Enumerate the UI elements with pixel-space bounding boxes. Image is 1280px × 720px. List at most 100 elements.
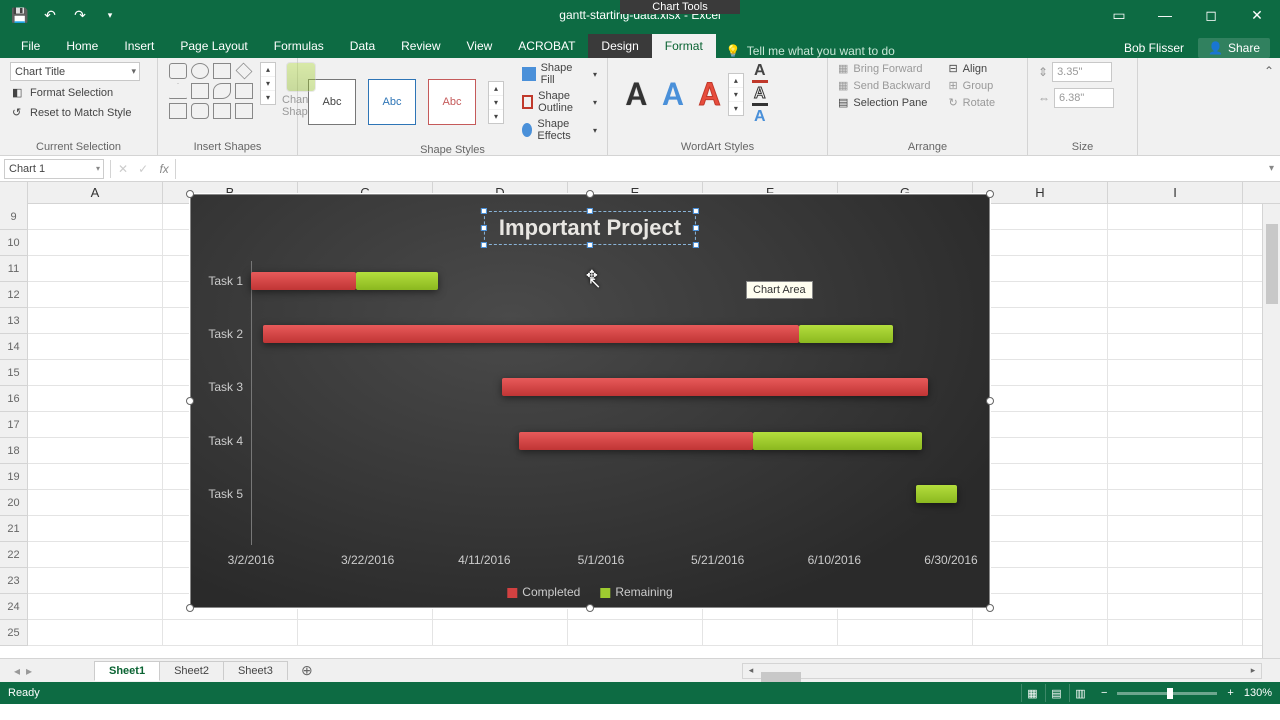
shape-width-input[interactable]: 6.38" — [1054, 88, 1114, 108]
chart-handle[interactable] — [986, 604, 994, 612]
zoom-slider[interactable] — [1117, 692, 1217, 695]
ribbon-options-icon[interactable]: ▭ — [1096, 0, 1142, 30]
wordart-style-3[interactable]: A — [691, 74, 728, 115]
tab-file[interactable]: File — [8, 34, 53, 58]
column-header[interactable]: I — [1108, 182, 1243, 203]
row-header[interactable]: 15 — [0, 360, 27, 386]
row-header[interactable]: 24 — [0, 594, 27, 620]
tell-me-search[interactable]: 💡 Tell me what you want to do — [726, 44, 895, 58]
collapse-ribbon-icon[interactable]: ⌃ — [1264, 64, 1274, 78]
text-effects-icon[interactable]: A — [752, 108, 768, 126]
row-header[interactable]: 11 — [0, 256, 27, 282]
minimize-icon[interactable]: — — [1142, 0, 1188, 30]
row-header[interactable]: 14 — [0, 334, 27, 360]
style-swatch-2[interactable]: Abc — [368, 79, 416, 125]
gantt-bar[interactable] — [263, 325, 893, 343]
chart-handle[interactable] — [986, 397, 994, 405]
row-header[interactable]: 19 — [0, 464, 27, 490]
chart-handle[interactable] — [186, 190, 194, 198]
text-outline-icon[interactable]: A — [752, 85, 768, 106]
zoom-out-button[interactable]: − — [1101, 687, 1107, 699]
shape-height-input[interactable]: 3.35" — [1052, 62, 1112, 82]
sheet-tab-3[interactable]: Sheet3 — [223, 661, 288, 680]
vertical-scrollbar[interactable] — [1262, 204, 1280, 658]
row-header[interactable]: 13 — [0, 308, 27, 334]
shape-effects-button[interactable]: Shape Effects ▾ — [522, 118, 597, 142]
hscroll-right[interactable]: ▸ — [1245, 665, 1261, 676]
sheet-nav-arrows[interactable]: ◂▸ — [4, 664, 42, 678]
tab-home[interactable]: Home — [53, 34, 111, 58]
row-header[interactable]: 20 — [0, 490, 27, 516]
view-buttons[interactable]: ▦ ▤ ▥ — [1021, 684, 1091, 702]
name-box[interactable]: Chart 1 — [4, 159, 104, 179]
chart-handle[interactable] — [586, 190, 594, 198]
chart-handle[interactable] — [186, 604, 194, 612]
chart-title[interactable]: Important Project — [484, 211, 696, 245]
expand-formula-bar-icon[interactable]: ▾ — [1263, 163, 1280, 174]
close-icon[interactable]: ✕ — [1234, 0, 1280, 30]
chart-object[interactable]: Important Project ✥↖ Chart Area Task 1Ta… — [190, 194, 990, 608]
shape-outline-button[interactable]: Shape Outline ▾ — [522, 90, 597, 114]
row-header[interactable]: 21 — [0, 516, 27, 542]
page-break-view-icon[interactable]: ▥ — [1069, 684, 1091, 702]
tab-formulas[interactable]: Formulas — [261, 34, 337, 58]
chart-handle[interactable] — [986, 190, 994, 198]
user-name[interactable]: Bob Flisser — [1124, 41, 1184, 55]
text-fill-icon[interactable]: A — [752, 62, 768, 83]
hscroll-thumb[interactable] — [761, 672, 801, 682]
chart-handle[interactable] — [186, 397, 194, 405]
wordart-style-2[interactable]: A — [655, 74, 692, 115]
tab-format[interactable]: Format — [652, 34, 716, 58]
style-swatch-3[interactable]: Abc — [428, 79, 476, 125]
tab-review[interactable]: Review — [388, 34, 453, 58]
fx-icon[interactable]: fx — [153, 162, 175, 176]
new-sheet-button[interactable]: ⊕ — [295, 662, 319, 679]
chart-element-dropdown[interactable]: Chart Title — [10, 62, 140, 81]
maximize-icon[interactable]: ◻ — [1188, 0, 1234, 30]
format-selection-button[interactable]: ◧Format Selection — [10, 85, 147, 101]
zoom-in-button[interactable]: + — [1227, 687, 1233, 699]
sheet-tab-2[interactable]: Sheet2 — [159, 661, 224, 680]
chart-plot-area[interactable]: Task 1Task 2Task 3Task 4Task 53/2/20163/… — [251, 261, 949, 545]
tab-design[interactable]: Design — [588, 34, 651, 58]
cancel-icon[interactable]: ✕ — [113, 162, 133, 176]
hscroll-left[interactable]: ◂ — [743, 665, 759, 676]
shapes-gallery-more[interactable]: ▴▾▾ — [260, 62, 276, 105]
row-header[interactable]: 22 — [0, 542, 27, 568]
worksheet-grid[interactable]: ABCDEFGHI 910111213141516171819202122232… — [0, 182, 1280, 658]
gantt-bar[interactable] — [519, 432, 921, 450]
row-header[interactable]: 18 — [0, 438, 27, 464]
tab-acrobat[interactable]: ACROBAT — [505, 34, 588, 58]
formula-input[interactable] — [175, 159, 1263, 179]
tab-view[interactable]: View — [454, 34, 506, 58]
row-header[interactable]: 25 — [0, 620, 27, 646]
row-header[interactable]: 12 — [0, 282, 27, 308]
gantt-bar[interactable] — [251, 272, 438, 290]
zoom-level[interactable]: 130% — [1244, 687, 1272, 699]
sheet-tab-1[interactable]: Sheet1 — [94, 661, 160, 681]
wordart-gallery-more[interactable]: ▴▾▾ — [728, 73, 744, 116]
style-gallery-more[interactable]: ▴▾▾ — [488, 81, 504, 124]
shapes-gallery[interactable] — [168, 62, 254, 120]
column-header[interactable]: A — [28, 182, 163, 203]
row-header[interactable]: 9 — [0, 204, 27, 230]
row-header[interactable]: 10 — [0, 230, 27, 256]
select-all-corner[interactable] — [0, 182, 28, 204]
row-header[interactable]: 17 — [0, 412, 27, 438]
shape-fill-button[interactable]: Shape Fill ▾ — [522, 62, 597, 86]
shape-style-gallery[interactable]: Abc Abc Abc ▴▾▾ — [308, 79, 504, 125]
tab-data[interactable]: Data — [337, 34, 388, 58]
page-layout-view-icon[interactable]: ▤ — [1045, 684, 1067, 702]
chart-legend[interactable]: Completed Remaining — [507, 585, 672, 599]
row-header[interactable]: 16 — [0, 386, 27, 412]
reset-to-match-button[interactable]: ↺Reset to Match Style — [10, 105, 147, 121]
gantt-bar[interactable] — [502, 378, 928, 396]
tab-insert[interactable]: Insert — [111, 34, 167, 58]
horizontal-scrollbar[interactable]: ◂ ▸ — [742, 663, 1262, 679]
normal-view-icon[interactable]: ▦ — [1021, 684, 1043, 702]
zoom-thumb[interactable] — [1167, 688, 1173, 699]
tab-page-layout[interactable]: Page Layout — [167, 34, 260, 58]
selection-pane-button[interactable]: ▤Selection Pane — [838, 96, 930, 109]
chart-handle[interactable] — [586, 604, 594, 612]
align-button[interactable]: ⊟Align — [948, 62, 995, 75]
